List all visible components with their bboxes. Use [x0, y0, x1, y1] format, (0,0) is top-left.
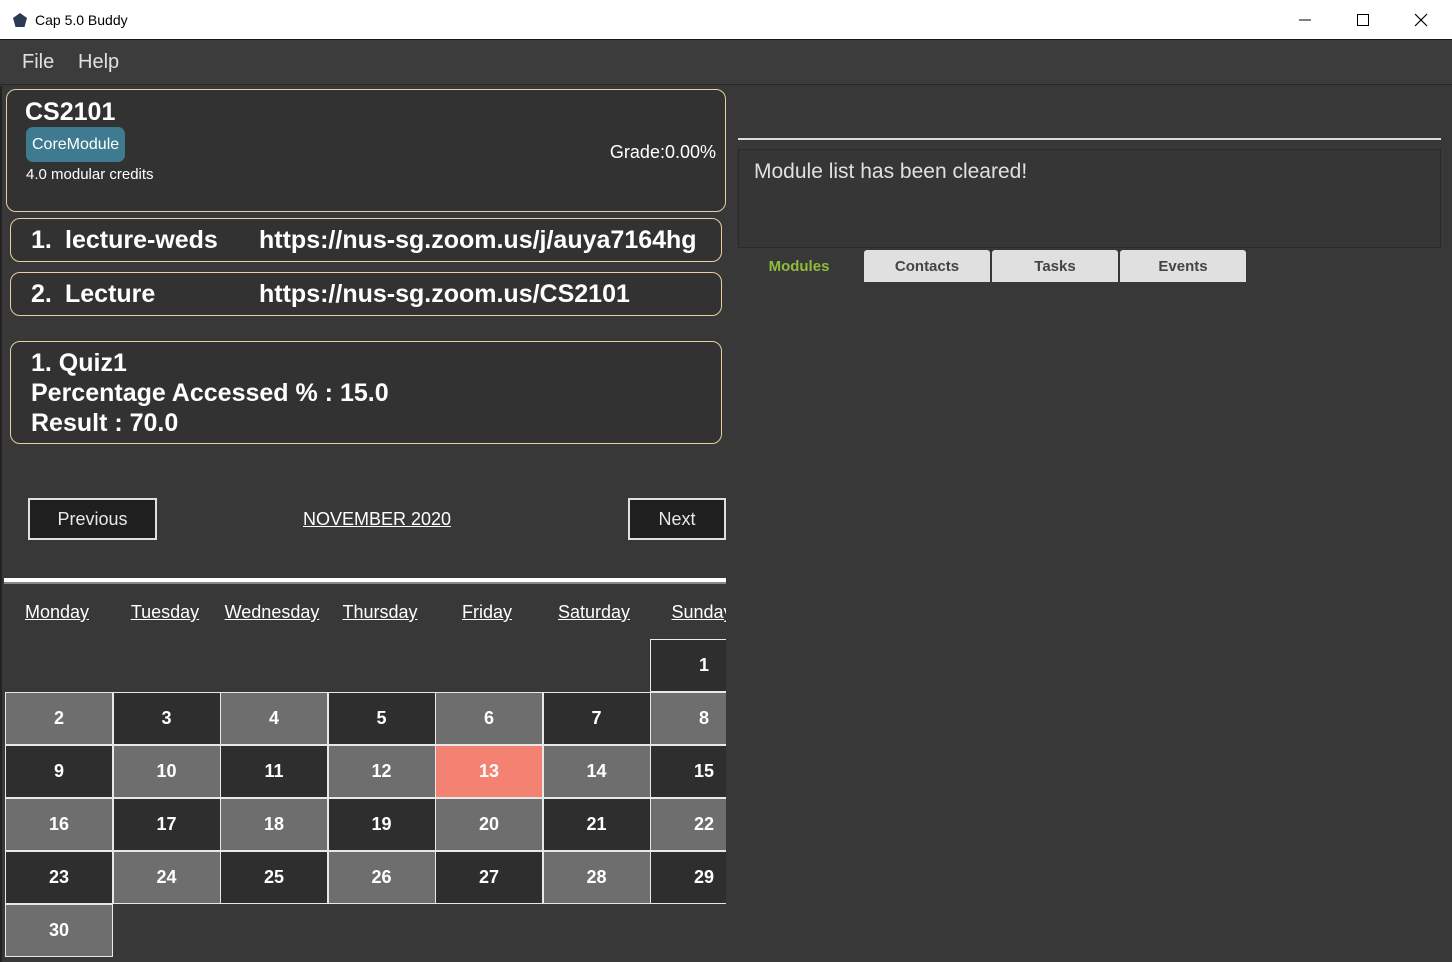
calendar-day[interactable]: 27 [435, 851, 543, 904]
menu-bar: File Help [0, 40, 1452, 85]
weekday-monday: Monday [24, 602, 90, 622]
link-index: 2. [31, 280, 52, 308]
link-url[interactable]: https://nus-sg.zoom.us/j/auya7164hg [259, 226, 697, 255]
minimize-button[interactable] [1276, 0, 1334, 40]
tab-tasks[interactable]: Tasks [992, 250, 1118, 282]
weekday-wednesday: Wednesday [224, 602, 320, 622]
calendar-day[interactable]: 9 [5, 745, 113, 798]
module-grade: Grade:0.00% [609, 142, 716, 162]
calendar-day[interactable]: 19 [327, 798, 436, 851]
result-message: Module list has been cleared! [754, 160, 1028, 183]
weekday-thursday: Thursday [342, 602, 418, 622]
calendar-day[interactable]: 3 [112, 692, 221, 745]
calendar-day[interactable]: 12 [327, 745, 436, 798]
calendar-day[interactable]: 16 [5, 798, 113, 851]
calendar-day-today[interactable]: 13 [435, 745, 543, 798]
calendar-day[interactable]: 4 [220, 692, 328, 745]
link-name: lecture-weds [65, 226, 218, 254]
calendar-day[interactable]: 6 [435, 692, 543, 745]
zoom-link-card[interactable]: 2. Lecture https://nus-sg.zoom.us/CS2101 [10, 272, 722, 316]
link-url[interactable]: https://nus-sg.zoom.us/CS2101 [259, 280, 630, 309]
next-month-button[interactable]: Next [628, 498, 726, 540]
calendar-day[interactable]: 18 [220, 798, 328, 851]
calendar-day[interactable]: 8 [650, 692, 728, 745]
calendar-day[interactable]: 11 [220, 745, 328, 798]
calendar-day[interactable]: 23 [5, 851, 113, 904]
calendar-day[interactable]: 15 [650, 745, 728, 798]
assessment-card[interactable]: 1. Quiz1 Percentage Accessed % : 15.0 Re… [10, 341, 722, 444]
calendar-day[interactable]: 21 [542, 798, 651, 851]
assessment-title: 1. Quiz1 [31, 349, 127, 377]
calendar-day[interactable]: 26 [327, 851, 436, 904]
calendar-month-label: NOVEMBER 2020 [302, 509, 452, 529]
weekday-saturday: Saturday [557, 602, 631, 622]
calendar-grid: 1 2 3 4 5 6 7 8 9 10 11 12 13 14 15 16 17 18 19 20 21 22 23 24 2… [5, 639, 728, 957]
maximize-icon [1357, 14, 1369, 26]
module-credits: 4.0 modular credits [26, 166, 154, 183]
menu-file[interactable]: File [22, 51, 54, 74]
module-code: CS2101 [25, 98, 116, 126]
maximize-button[interactable] [1334, 0, 1392, 40]
command-box[interactable] [738, 86, 1441, 139]
calendar-day[interactable]: 30 [5, 904, 113, 957]
calendar-day[interactable]: 22 [650, 798, 728, 851]
calendar-day[interactable]: 24 [112, 851, 221, 904]
calendar-day[interactable]: 10 [112, 745, 221, 798]
weekday-tuesday: Tuesday [130, 602, 200, 622]
zoom-link-card[interactable]: 1. lecture-weds https://nus-sg.zoom.us/j… [10, 218, 722, 262]
assessment-result: Result : 70.0 [31, 409, 179, 437]
minimize-icon [1299, 19, 1311, 21]
calendar-day[interactable]: 29 [650, 851, 728, 904]
window-title: Cap 5.0 Buddy [35, 12, 128, 28]
tab-modules[interactable]: Modules [736, 250, 862, 282]
weekday-friday: Friday [461, 602, 512, 622]
link-index: 1. [31, 226, 52, 254]
close-icon [1414, 13, 1428, 27]
calendar-day[interactable]: 5 [327, 692, 436, 745]
calendar-day[interactable]: 14 [542, 745, 651, 798]
title-bar: Cap 5.0 Buddy [0, 0, 1452, 40]
module-tag: CoreModule [26, 127, 126, 162]
calendar-day[interactable]: 2 [5, 692, 113, 745]
calendar-day[interactable]: 20 [435, 798, 543, 851]
command-box-underline [738, 138, 1441, 140]
calendar-day[interactable]: 17 [112, 798, 221, 851]
left-panel: CS2101 CoreModule 4.0 modular credits Gr… [0, 86, 733, 962]
calendar-day[interactable]: 1 [650, 639, 728, 692]
link-name: Lecture [65, 280, 156, 308]
menu-help[interactable]: Help [78, 51, 119, 74]
calendar-day[interactable]: 28 [542, 851, 651, 904]
close-button[interactable] [1392, 0, 1450, 40]
assessment-percentage: Percentage Accessed % : 15.0 [31, 379, 389, 407]
calendar-day[interactable]: 7 [542, 692, 651, 745]
calendar-divider [4, 578, 728, 584]
right-panel: Module list has been cleared! Modules Co… [726, 86, 1452, 962]
calendar-day[interactable]: 25 [220, 851, 328, 904]
result-display: Module list has been cleared! [738, 149, 1441, 248]
module-card[interactable]: CS2101 CoreModule 4.0 modular credits Gr… [6, 89, 726, 212]
previous-month-button[interactable]: Previous [28, 498, 157, 540]
app-icon [13, 13, 27, 27]
tab-contacts[interactable]: Contacts [864, 250, 990, 282]
tab-events[interactable]: Events [1120, 250, 1246, 282]
